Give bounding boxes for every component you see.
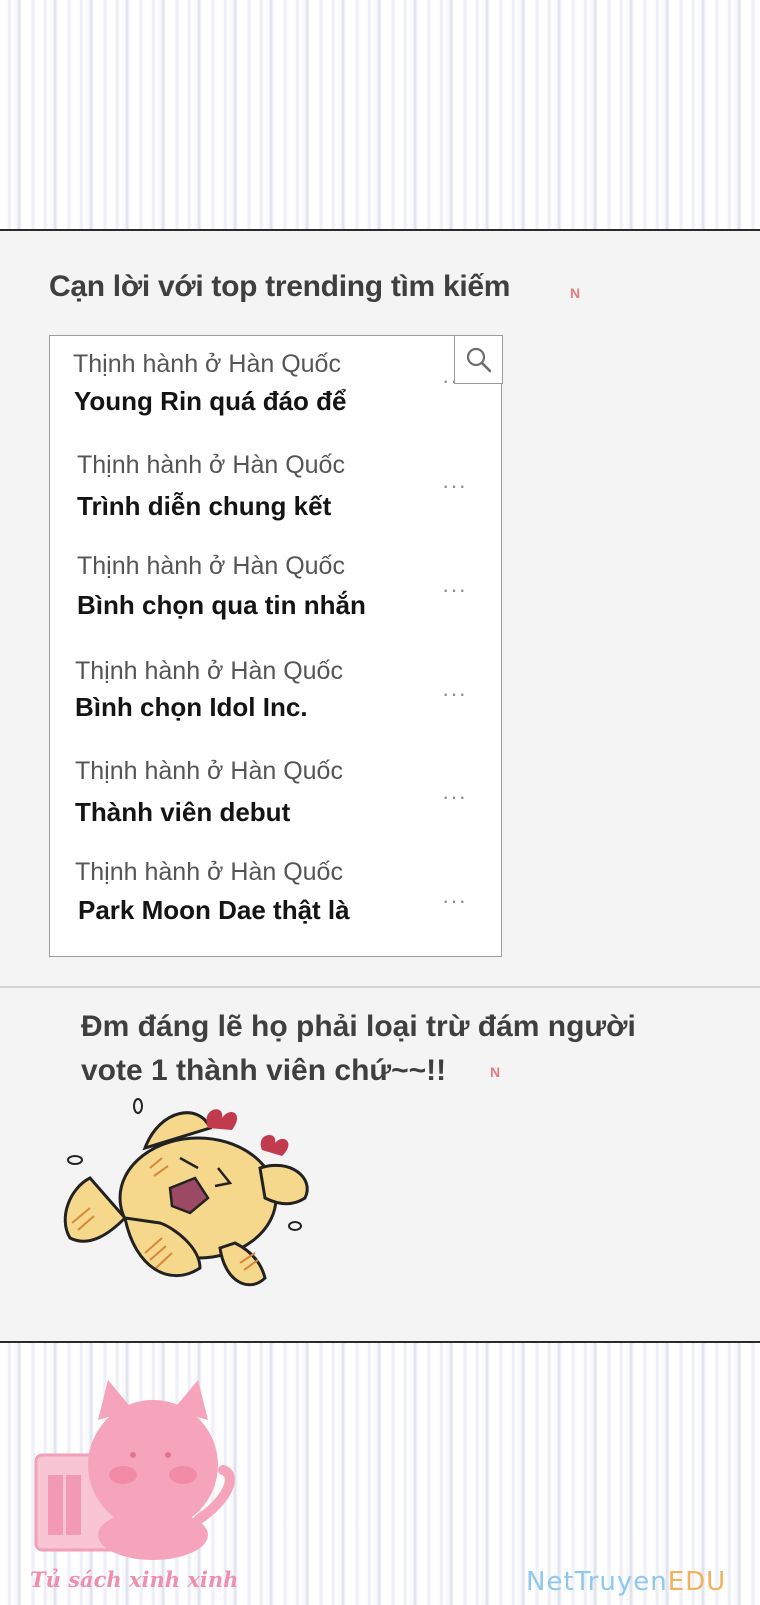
trending-item-title: Park Moon Dae thật là xyxy=(78,895,350,925)
n-mark: N xyxy=(570,285,581,301)
site-watermark: NetTruyenEDU xyxy=(526,1567,726,1597)
trending-item[interactable]: Thịnh hành ở Hàn Quốc Thành viên debut ·… xyxy=(50,748,503,848)
comment-line: Đm đáng lẽ họ phải loại trừ đám người xyxy=(81,1010,636,1043)
trending-item[interactable]: Thịnh hành ở Hàn Quốc Trình diễn chung k… xyxy=(50,439,503,539)
top-striped-panel xyxy=(0,0,760,231)
trending-list: Thịnh hành ở Hàn Quốc Young Rin quá đáo … xyxy=(49,335,502,957)
search-icon xyxy=(466,347,491,372)
more-options-icon[interactable]: ··· xyxy=(442,683,467,705)
n-mark: N xyxy=(490,1064,501,1080)
more-options-icon[interactable]: ··· xyxy=(442,579,467,601)
watermark-part: EDU xyxy=(667,1567,727,1597)
cat-logo xyxy=(34,1380,235,1560)
trending-item[interactable]: Thịnh hành ở Hàn Quốc Bình chọn qua tin … xyxy=(50,542,503,642)
trending-item[interactable]: Thịnh hành ở Hàn Quốc Bình chọn Idol Inc… xyxy=(50,645,503,745)
trending-item-title: Thành viên debut xyxy=(75,797,291,827)
trending-item-subtitle: Thịnh hành ở Hàn Quốc xyxy=(77,552,345,580)
trending-item-subtitle: Thịnh hành ở Hàn Quốc xyxy=(77,451,345,479)
trending-item-subtitle: Thịnh hành ở Hàn Quốc xyxy=(75,657,343,685)
more-options-icon[interactable]: ··· xyxy=(442,786,467,808)
trending-item-title: Trình diễn chung kết xyxy=(77,491,332,521)
trending-item-title: Young Rin quá đáo để xyxy=(74,386,347,416)
more-options-icon[interactable]: ··· xyxy=(442,890,467,912)
trending-item-title: Bình chọn qua tin nhắn xyxy=(77,590,366,620)
more-options-icon[interactable]: ··· xyxy=(442,475,467,497)
trending-item-subtitle: Thịnh hành ở Hàn Quốc xyxy=(73,350,341,378)
trending-item-subtitle: Thịnh hành ở Hàn Quốc xyxy=(75,757,343,785)
comment-line: vote 1 thành viên chứ~~!! xyxy=(81,1054,447,1087)
trending-item[interactable]: Thịnh hành ở Hàn Quốc Young Rin quá đáo … xyxy=(50,336,503,436)
trending-item[interactable]: Thịnh hành ở Hàn Quốc Park Moon Dae thật… xyxy=(50,851,503,951)
comment-text: Đm đáng lẽ họ phải loại trừ đám người vo… xyxy=(81,1005,721,1093)
trending-item-title: Bình chọn Idol Inc. xyxy=(75,692,308,722)
logo-text: Tủ sách xinh xinh xyxy=(30,1567,239,1592)
crying-chick-sticker xyxy=(63,1098,309,1287)
search-button[interactable] xyxy=(454,335,503,384)
panel-heading: Cạn lời với top trending tìm kiếm xyxy=(49,270,511,303)
watermark-part: NetTruyen xyxy=(526,1567,668,1597)
trending-item-subtitle: Thịnh hành ở Hàn Quốc xyxy=(75,858,343,886)
